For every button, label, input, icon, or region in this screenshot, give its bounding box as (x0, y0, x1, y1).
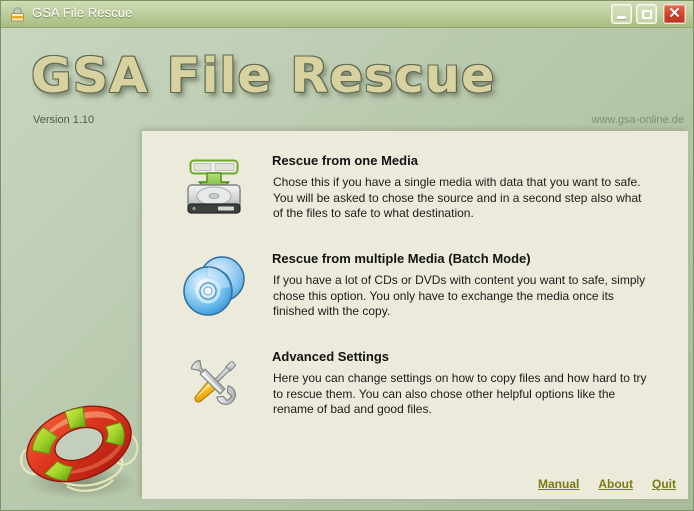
wrench-screwdriver-icon (182, 351, 246, 415)
footer-links: Manual About Quit (538, 477, 676, 491)
version-label: Version 1.10 (33, 114, 95, 126)
maximize-icon (641, 9, 652, 19)
option-description: Here you can change settings on how to c… (273, 371, 647, 416)
application-window: GSA File Rescue ✕ GSA File Rescue Versio… (0, 0, 694, 511)
lifering-icon (15, 386, 143, 504)
maximize-button[interactable] (636, 4, 657, 24)
window-title: GSA File Rescue (32, 5, 133, 20)
close-icon: ✕ (668, 5, 681, 22)
option-title: Rescue from one Media (272, 153, 418, 168)
option-description: Chose this if you have a single media wi… (273, 175, 642, 220)
title-bar: GSA File Rescue ✕ (1, 1, 693, 28)
option-title: Advanced Settings (272, 349, 390, 364)
option-description: If you have a lot of CDs or DVDs with co… (273, 273, 646, 318)
manual-link[interactable]: Manual (538, 477, 579, 491)
minimize-icon (617, 16, 626, 19)
padlock-icon (9, 6, 26, 23)
option-title: Rescue from multiple Media (Batch Mode) (272, 251, 531, 266)
quit-link[interactable]: Quit (652, 477, 676, 491)
close-button[interactable]: ✕ (663, 4, 686, 24)
app-logo: GSA File Rescue (31, 48, 496, 104)
website-url: www.gsa-online.de (591, 114, 684, 126)
compact-discs-icon (182, 253, 246, 317)
about-link[interactable]: About (598, 477, 633, 491)
content-panel: Rescue from one Media Chose this if you … (142, 131, 688, 499)
minimize-button[interactable] (611, 4, 632, 24)
harddisk-download-icon (182, 155, 246, 219)
